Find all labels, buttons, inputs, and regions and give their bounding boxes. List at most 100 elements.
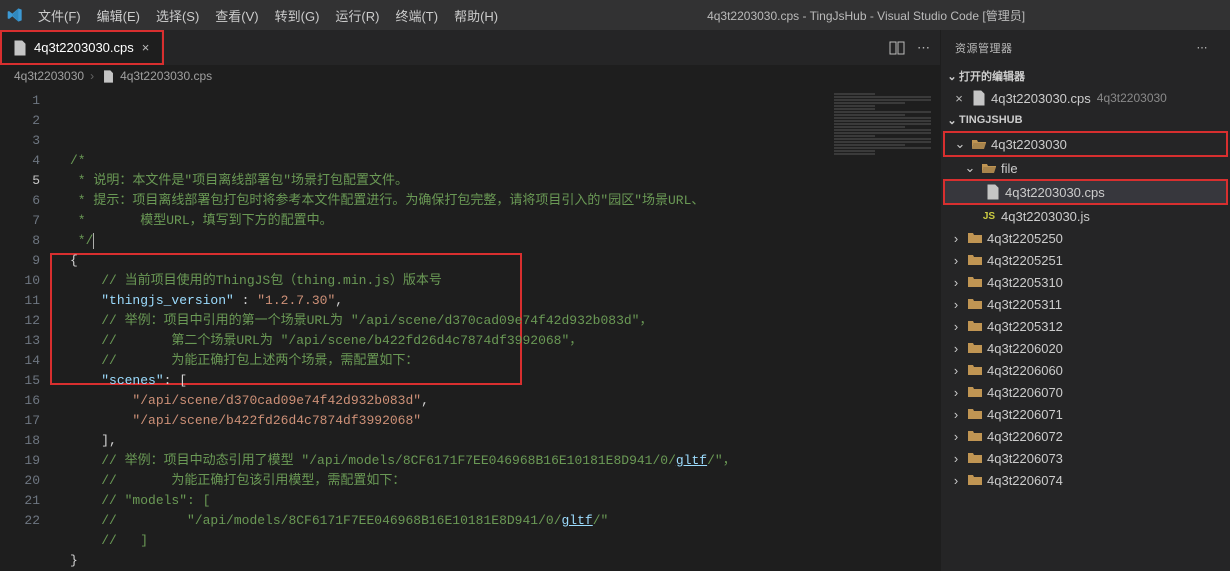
- tree-folder[interactable]: › 4q3t2206073: [941, 447, 1230, 469]
- code-line[interactable]: * 提示：项目离线部署包打包时将参考本文件配置进行。为确保打包完整，请将项目引入…: [50, 191, 830, 211]
- tree-label: 4q3t2206072: [987, 429, 1063, 444]
- tree-folder[interactable]: › 4q3t2206020: [941, 337, 1230, 359]
- tree-folder[interactable]: › 4q3t2205310: [941, 271, 1230, 293]
- explorer-panel: 资源管理器 ⋯ ⌄ 打开的编辑器 × 4q3t2203030.cps 4q3t2…: [940, 30, 1230, 571]
- code-line[interactable]: * 说明：本文件是"项目离线部署包"场景打包配置文件。: [50, 171, 830, 191]
- tree-label: 4q3t2203030: [991, 137, 1067, 152]
- tab-active[interactable]: 4q3t2203030.cps ×: [2, 32, 162, 63]
- code-line[interactable]: ],: [50, 431, 830, 451]
- chevron-right-icon: ›: [949, 473, 963, 488]
- tab-label: 4q3t2203030.cps: [34, 40, 134, 55]
- close-icon[interactable]: ×: [140, 40, 152, 55]
- code-line[interactable]: "scenes": [: [50, 371, 830, 391]
- window-title: 4q3t2203030.cps - TingJsHub - Visual Stu…: [508, 7, 1224, 24]
- tree-label: 4q3t2206060: [987, 363, 1063, 378]
- tree-file[interactable]: 4q3t2203030.cps: [945, 181, 1226, 203]
- code-line[interactable]: // 当前项目使用的ThingJS包（thing.min.js）版本号: [50, 271, 830, 291]
- code-area[interactable]: /* * 说明：本文件是"项目离线部署包"场景打包配置文件。 * 提示：项目离线…: [50, 87, 830, 571]
- code-line[interactable]: // 为能正确打包该引用模型，需配置如下：: [50, 471, 830, 491]
- file-icon: [100, 68, 116, 84]
- code-line[interactable]: // 第二个场景URL为 "/api/scene/b422fd26d4c7874…: [50, 331, 830, 351]
- file-icon: [985, 184, 1001, 200]
- tree-label: 4q3t2205312: [987, 319, 1063, 334]
- file-icon: [12, 40, 28, 56]
- code-line[interactable]: */: [50, 231, 830, 251]
- split-editor-icon[interactable]: [889, 40, 905, 56]
- tree-label: 4q3t2205310: [987, 275, 1063, 290]
- tree-label: 4q3t2205311: [987, 297, 1062, 312]
- annotation-box: 4q3t2203030.cps ×: [0, 30, 164, 65]
- menu-item[interactable]: 终端(T): [387, 5, 446, 28]
- code-line[interactable]: // "/api/models/8CF6171F7EE046968B16E101…: [50, 511, 830, 531]
- tree-folder[interactable]: › 4q3t2206074: [941, 469, 1230, 491]
- tree-folder[interactable]: › 4q3t2205311: [941, 293, 1230, 315]
- tree-folder[interactable]: › 4q3t2205312: [941, 315, 1230, 337]
- code-line[interactable]: * 模型URL，填写到下方的配置中。: [50, 211, 830, 231]
- menu-item[interactable]: 编辑(E): [89, 5, 148, 28]
- code-editor[interactable]: 12345678910111213141516171819202122 /* *…: [0, 87, 940, 571]
- menu-item[interactable]: 文件(F): [30, 5, 89, 28]
- code-line[interactable]: /*: [50, 151, 830, 171]
- js-icon: JS: [981, 208, 997, 224]
- code-line[interactable]: // 举例：项目中引用的第一个场景URL为 "/api/scene/d370ca…: [50, 311, 830, 331]
- menu-item[interactable]: 运行(R): [327, 5, 387, 28]
- tree-label: 4q3t2206020: [987, 341, 1063, 356]
- chevron-right-icon: ›: [949, 363, 963, 378]
- chevron-right-icon: ›: [88, 69, 96, 83]
- vscode-logo-icon: [6, 6, 24, 24]
- breadcrumb[interactable]: 4q3t2203030 › 4q3t2203030.cps: [0, 65, 940, 87]
- code-line[interactable]: // "models": [: [50, 491, 830, 511]
- more-icon[interactable]: ⋯: [1197, 41, 1217, 54]
- tree-label: 4q3t2205251: [987, 253, 1063, 268]
- tree-folder[interactable]: › 4q3t2206072: [941, 425, 1230, 447]
- menu-item[interactable]: 转到(G): [267, 5, 328, 28]
- menu-item[interactable]: 帮助(H): [446, 5, 506, 28]
- code-line[interactable]: }: [50, 551, 830, 571]
- tree-label: 4q3t2206070: [987, 385, 1063, 400]
- breadcrumb-file[interactable]: 4q3t2203030.cps: [120, 69, 212, 83]
- tree-label: 4q3t2206071: [987, 407, 1063, 422]
- close-icon[interactable]: ×: [951, 91, 967, 106]
- menubar: 文件(F)编辑(E)选择(S)查看(V)转到(G)运行(R)终端(T)帮助(H)…: [0, 0, 1230, 30]
- more-icon[interactable]: ⋯: [917, 40, 930, 56]
- tree-label: 4q3t2205250: [987, 231, 1063, 246]
- chevron-right-icon: ›: [949, 385, 963, 400]
- chevron-right-icon: ›: [949, 341, 963, 356]
- tree-folder[interactable]: › 4q3t2206060: [941, 359, 1230, 381]
- tree-folder[interactable]: › 4q3t2206070: [941, 381, 1230, 403]
- file-tree: ⌄4q3t2203030⌄file4q3t2203030.cpsJS4q3t22…: [941, 131, 1230, 491]
- chevron-down-icon: ⌄: [945, 70, 959, 83]
- open-editor-filename: 4q3t2203030.cps: [991, 91, 1091, 106]
- chevron-right-icon: ›: [949, 407, 963, 422]
- chevron-right-icon: ›: [949, 231, 963, 246]
- editor-tabs: 4q3t2203030.cps × ⋯: [0, 30, 940, 65]
- code-line[interactable]: "/api/scene/b422fd26d4c7874df3992068": [50, 411, 830, 431]
- chevron-right-icon: ›: [949, 253, 963, 268]
- code-line[interactable]: "thingjs_version" : "1.2.7.30",: [50, 291, 830, 311]
- code-line[interactable]: // 举例：项目中动态引用了模型 "/api/models/8CF6171F7E…: [50, 451, 830, 471]
- menu-item[interactable]: 查看(V): [207, 5, 266, 28]
- chevron-right-icon: ›: [949, 429, 963, 444]
- folder-icon: [967, 472, 983, 488]
- code-line[interactable]: "/api/scene/d370cad09e74f42d932b083d",: [50, 391, 830, 411]
- tree-label: file: [1001, 161, 1018, 176]
- chevron-right-icon: ›: [949, 451, 963, 466]
- chevron-right-icon: ›: [949, 319, 963, 334]
- tree-label: 4q3t2206074: [987, 473, 1063, 488]
- line-gutter: 12345678910111213141516171819202122: [0, 87, 50, 571]
- code-line[interactable]: // 为能正确打包上述两个场景，需配置如下：: [50, 351, 830, 371]
- menu-item[interactable]: 选择(S): [148, 5, 207, 28]
- chevron-down-icon: ⌄: [945, 114, 959, 127]
- tree-label: 4q3t2203030.cps: [1005, 185, 1105, 200]
- chevron-right-icon: ›: [949, 297, 963, 312]
- code-line[interactable]: // ]: [50, 531, 830, 551]
- breadcrumb-root[interactable]: 4q3t2203030: [14, 69, 84, 83]
- tree-folder[interactable]: › 4q3t2206071: [941, 403, 1230, 425]
- tree-label: 4q3t2203030.js: [1001, 209, 1090, 224]
- minimap[interactable]: [830, 87, 940, 571]
- tree-file[interactable]: JS 4q3t2203030.js: [941, 205, 1230, 227]
- code-line[interactable]: {: [50, 251, 830, 271]
- tree-label: 4q3t2206073: [987, 451, 1063, 466]
- chevron-right-icon: ›: [949, 275, 963, 290]
- open-editor-path: 4q3t2203030: [1097, 91, 1167, 105]
